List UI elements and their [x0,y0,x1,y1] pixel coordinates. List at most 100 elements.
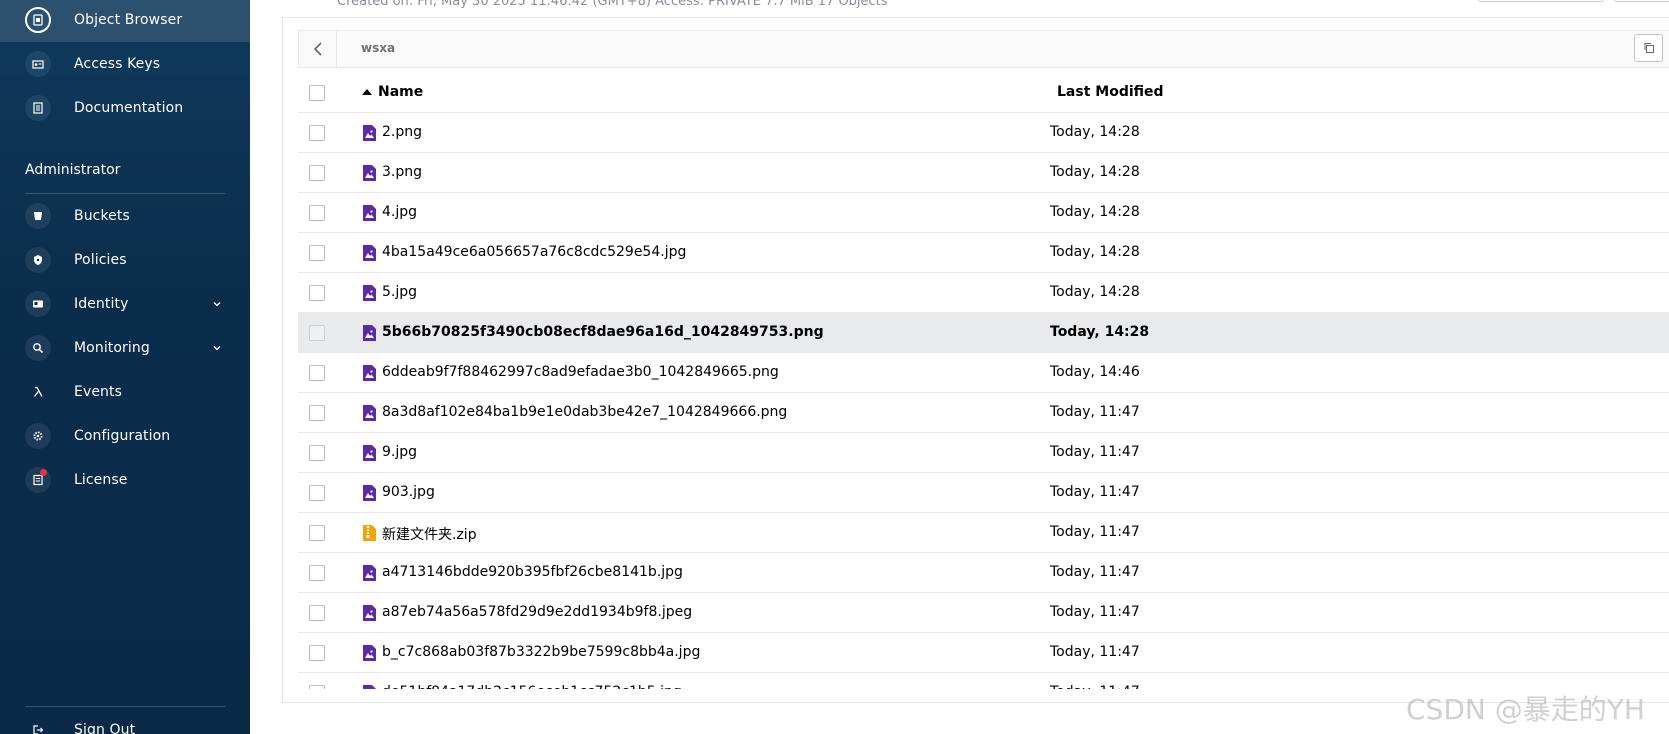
sidebar-item-label: Buckets [74,208,130,224]
sidebar-item-documentation[interactable]: Documentation [0,86,250,130]
chevron-down-icon[interactable] [212,299,222,309]
file-name: 5b66b70825f3490cb08ecf8dae96a16d_1042849… [382,324,824,340]
id-card-icon [25,291,51,317]
last-modified: Today, 11:47 [1050,484,1140,500]
file-name: 903.jpg [382,484,435,500]
row-checkbox[interactable] [309,205,325,221]
row-checkbox[interactable] [309,445,325,461]
table-row[interactable]: a87eb74a56a578fd29d9e2dd1934b9f8.jpeg Tod… [298,593,1669,633]
last-modified: Today, 14:46 [1050,364,1140,380]
table-row[interactable]: 9.jpg Today, 11:47 [298,433,1669,473]
select-all-checkbox[interactable] [309,85,325,101]
sidebar: Object Browser Access Keys Documentation… [0,0,250,734]
sidebar-item-label: Policies [74,252,127,268]
sidebar-item-label: Events [74,384,123,400]
table-row[interactable]: 5b66b70825f3490cb08ecf8dae96a16d_1042849… [298,313,1669,353]
sidebar-item-sign-out[interactable]: Sign Out [0,708,250,734]
row-checkbox[interactable] [309,245,325,261]
row-checkbox[interactable] [309,325,325,341]
file-name: a4713146bdde920b395fbf26cbe8141b.jpg [382,564,683,580]
file-name: 2.png [382,124,423,140]
last-modified: Today, 11:47 [1050,444,1140,460]
image-file-icon [362,165,376,181]
sidebar-item-license[interactable]: License [0,458,250,502]
image-file-icon [362,445,376,461]
table-row[interactable]: a4713146bdde920b395fbf26cbe8141b.jpg Toda… [298,553,1669,593]
row-checkbox[interactable] [309,125,325,141]
table-row[interactable]: 4.jpg Today, 14:28 [298,193,1669,233]
file-name: de51bf84a17db2c156eceb1cc752c1b5.jpg [382,684,682,689]
row-checkbox[interactable] [309,565,325,581]
file-name: 4.jpg [382,204,418,220]
table-row[interactable]: 3.png Today, 14:28 [298,153,1669,193]
table-row[interactable]: 903.jpg Today, 11:47 [298,473,1669,513]
table-row[interactable]: 新建文件夹.zip Today, 11:47 [298,513,1669,553]
row-checkbox[interactable] [309,365,325,381]
row-checkbox[interactable] [309,685,325,689]
sidebar-item-buckets[interactable]: Buckets [0,194,250,238]
table-row[interactable]: 5.jpg Today, 14:28 [298,273,1669,313]
sidebar-item-policies[interactable]: Policies [0,238,250,282]
row-checkbox[interactable] [309,605,325,621]
header-divider [282,17,1669,18]
file-name: 3.png [382,164,423,180]
gear-icon [25,423,51,449]
header-action-button[interactable] [1614,0,1669,2]
last-modified: Today, 11:47 [1050,524,1140,540]
table-row[interactable]: b_c7c868ab03f87b3322b9be7599c8bb4a.jpg To… [298,633,1669,673]
shield-icon [25,247,51,273]
file-name: a87eb74a56a578fd29d9e2dd1934b9f8.jpeg [382,604,693,620]
bucket-icon [25,203,51,229]
sidebar-item-monitoring[interactable]: Monitoring [0,326,250,370]
table-row[interactable]: 8a3d8af102e84ba1b9e1e0dab3be42e7_1042849… [298,393,1669,433]
file-name: 8a3d8af102e84ba1b9e1e0dab3be42e7_1042849… [382,404,788,420]
sidebar-item-events[interactable]: Events [0,370,250,414]
column-header-last-modified[interactable]: Last Modified [1057,84,1164,100]
table-row[interactable]: 4ba15a49ce6a056657a76c8cdc529e54.jpg Toda… [298,233,1669,273]
sign-out-icon [25,717,51,734]
sidebar-item-label: Identity [74,296,129,312]
sidebar-item-label: Documentation [74,100,184,116]
sidebar-item-label: License [74,472,128,488]
file-name: b_c7c868ab03f87b3322b9be7599c8bb4a.jpg [382,644,701,660]
section-title-administrator: Administrator [25,162,121,178]
row-checkbox[interactable] [309,525,325,541]
row-checkbox[interactable] [309,285,325,301]
sidebar-item-label: Configuration [74,428,171,444]
column-header-name[interactable]: Name [362,84,423,100]
image-file-icon [362,125,376,141]
section-divider [25,706,225,707]
magnifier-icon [25,335,51,361]
sidebar-item-label: Object Browser [74,12,183,28]
last-modified: Today, 11:47 [1050,564,1140,580]
table-row[interactable]: 2.png Today, 14:28 [298,113,1669,153]
row-checkbox[interactable] [309,645,325,661]
last-modified: Today, 14:28 [1050,324,1150,340]
breadcrumb-path[interactable]: wsxa [361,41,395,55]
back-button[interactable] [299,31,337,67]
row-checkbox[interactable] [309,485,325,501]
sidebar-item-access-keys[interactable]: Access Keys [0,42,250,86]
chevron-down-icon[interactable] [212,343,222,353]
copy-path-button[interactable] [1634,34,1663,62]
table-row[interactable]: 6ddeab9f7f88462997c8ad9efadae3b0_1042849… [298,353,1669,393]
sidebar-item-object-browser[interactable]: Object Browser [0,0,250,42]
watermark: CSDN @暴走的YH [1406,693,1645,726]
row-checkbox[interactable] [309,165,325,181]
sidebar-item-identity[interactable]: Identity [0,282,250,326]
file-name: 新建文件夹.zip [382,527,477,543]
row-checkbox[interactable] [309,405,325,421]
header-action-button[interactable] [1478,0,1604,2]
bucket-meta: Created on: Fri, May 30 2025 11:46:42 (G… [337,0,888,9]
sidebar-item-label: Monitoring [74,340,150,356]
file-name: 5.jpg [382,284,418,300]
image-file-icon [362,245,376,261]
chevron-left-icon [313,42,322,56]
lambda-icon [25,379,51,405]
table-row[interactable]: de51bf84a17db2c156eceb1cc752c1b5.jpg Toda… [298,673,1669,689]
image-file-icon [362,565,376,581]
sidebar-item-configuration[interactable]: Configuration [0,414,250,458]
file-name: 4ba15a49ce6a056657a76c8cdc529e54.jpg [382,244,687,260]
last-modified: Today, 11:47 [1050,604,1140,620]
image-file-icon [362,365,376,381]
